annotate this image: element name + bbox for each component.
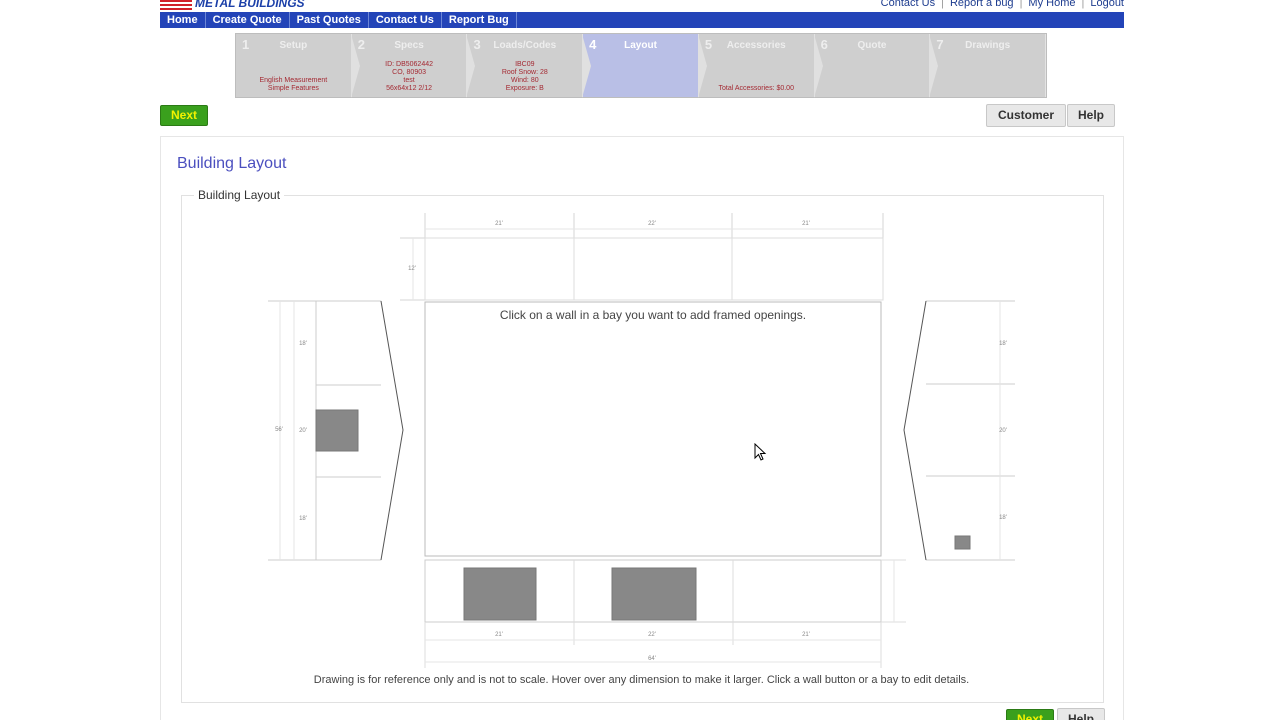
next-button-bottom[interactable]: Next	[1006, 709, 1054, 720]
help-button-top[interactable]: Help	[1067, 104, 1115, 127]
step-detail-line: ID: DB5062442	[385, 61, 434, 68]
wizard-step-quote[interactable]: 6 Quote	[815, 34, 939, 98]
separator: |	[941, 0, 944, 9]
step-details: Total Accessories: $0.00	[699, 85, 814, 93]
step-details: English Measurement Simple Features	[236, 77, 351, 93]
framed-opening[interactable]	[954, 535, 971, 550]
step-detail-line: IBC09	[515, 61, 535, 68]
wizard-step-setup[interactable]: 1 Setup English Measurement Simple Features	[236, 34, 360, 98]
toplink-logout[interactable]: Logout	[1090, 0, 1124, 9]
step-title: Layout	[624, 40, 657, 51]
step-detail-line: test	[403, 77, 415, 84]
wizard-step-specs[interactable]: 2 Specs ID: DB5062442 CO, 80903 test 56x64x12…	[352, 34, 476, 98]
dimension-label[interactable]: 21'	[802, 221, 810, 227]
step-chevron	[466, 34, 476, 98]
page-title: Building Layout	[177, 155, 287, 172]
step-detail-line: Wind: 80	[510, 77, 539, 84]
layout-hint: Click on a wall in a bay you want to add…	[499, 308, 807, 322]
nav-contact-us[interactable]: Contact Us	[369, 12, 442, 28]
wizard-step-layout[interactable]: 4 Layout	[583, 34, 707, 98]
step-chevron	[813, 34, 823, 98]
dimension-label[interactable]: 21'	[495, 221, 503, 227]
main-nav: Home Create Quote Past Quotes Contact Us…	[160, 12, 1124, 28]
step-detail-line: CO, 80903	[392, 69, 426, 76]
logo-text: METAL BUILDINGS	[195, 0, 305, 10]
toplink-report-bug[interactable]: Report a bug	[950, 0, 1014, 9]
drawing-note: Drawing is for reference only and is not…	[313, 674, 970, 686]
step-title: Specs	[394, 40, 424, 51]
top-wall-bay-3[interactable]	[731, 237, 884, 301]
dimension-label[interactable]: 18'	[999, 515, 1007, 521]
nav-home[interactable]: Home	[160, 12, 206, 28]
dimension-label[interactable]: 21'	[802, 632, 810, 638]
logo: METAL BUILDINGS	[160, 0, 305, 12]
logo-stripes	[160, 0, 192, 10]
step-details: IBC09 Roof Snow: 28 Wind: 80 Exposure: B	[467, 61, 582, 93]
dimension-label[interactable]: 18'	[999, 341, 1007, 347]
mouse-cursor-icon	[754, 443, 767, 461]
nav-report-bug[interactable]: Report Bug	[442, 12, 517, 28]
step-detail-line: Total Accessories: $0.00	[718, 85, 794, 92]
toplink-my-home[interactable]: My Home	[1028, 0, 1075, 9]
dimension-label[interactable]: 20'	[299, 428, 307, 434]
step-detail-line: Roof Snow: 28	[501, 69, 548, 76]
framed-opening[interactable]	[463, 567, 537, 621]
step-detail-line: English Measurement	[259, 77, 328, 84]
step-title: Loads/Codes	[493, 40, 557, 51]
step-title: Drawings	[965, 40, 1011, 51]
wizard-steps: 1 Setup English Measurement Simple Features…	[235, 33, 1047, 98]
nav-create-quote[interactable]: Create Quote	[206, 12, 290, 28]
dimension-label[interactable]: 20'	[999, 428, 1007, 434]
fieldset-legend: Building Layout	[194, 188, 285, 202]
step-detail-line: Exposure: B	[505, 85, 544, 92]
step-detail-line: 56x64x12 2/12	[386, 85, 433, 92]
floor-plan[interactable]	[424, 301, 882, 557]
step-chevron	[929, 34, 939, 98]
dimension-label[interactable]: 21'	[495, 632, 503, 638]
step-chevron	[582, 34, 592, 98]
step-chevron	[350, 34, 360, 98]
dimension-label[interactable]: 12'	[408, 266, 416, 272]
wizard-step-drawings[interactable]: 7 Drawings	[930, 34, 1047, 97]
separator: |	[1081, 0, 1085, 9]
dimension-label[interactable]: 64'	[648, 656, 656, 662]
separator: |	[1019, 0, 1023, 9]
step-detail-line: Simple Features	[267, 85, 319, 92]
step-title: Setup	[279, 40, 308, 51]
dimension-label[interactable]: 22'	[648, 632, 656, 638]
toplink-contact-us[interactable]: Contact Us	[881, 0, 935, 9]
framed-opening[interactable]	[315, 409, 359, 452]
dimension-label[interactable]: 22'	[648, 221, 656, 227]
step-title: Quote	[857, 40, 887, 51]
dimension-label[interactable]: 18'	[299, 516, 307, 522]
step-chevron	[697, 34, 707, 98]
top-links: Contact Us | Report a bug | My Home | Lo…	[881, 0, 1124, 9]
dimension-label[interactable]: 18'	[299, 341, 307, 347]
top-wall-bay-1[interactable]	[424, 237, 575, 301]
customer-button[interactable]: Customer	[986, 104, 1066, 127]
wizard-step-loads-codes[interactable]: 3 Loads/Codes IBC09 Roof Snow: 28 Wind: 80 Ex…	[467, 34, 592, 98]
framed-opening[interactable]	[611, 567, 697, 621]
step-details: ID: DB5062442 CO, 80903 test 56x64x12 2/12	[352, 61, 467, 93]
dimension-label[interactable]: 56'	[275, 427, 283, 433]
step-title: Accessories	[726, 40, 786, 51]
help-button-bottom[interactable]: Help	[1057, 708, 1105, 720]
nav-past-quotes[interactable]: Past Quotes	[290, 12, 369, 28]
next-button-top[interactable]: Next	[160, 105, 208, 126]
wizard-step-accessories[interactable]: 5 Accessories Total Accessories: $0.00	[699, 34, 823, 98]
top-wall-bay-2[interactable]	[573, 237, 733, 301]
